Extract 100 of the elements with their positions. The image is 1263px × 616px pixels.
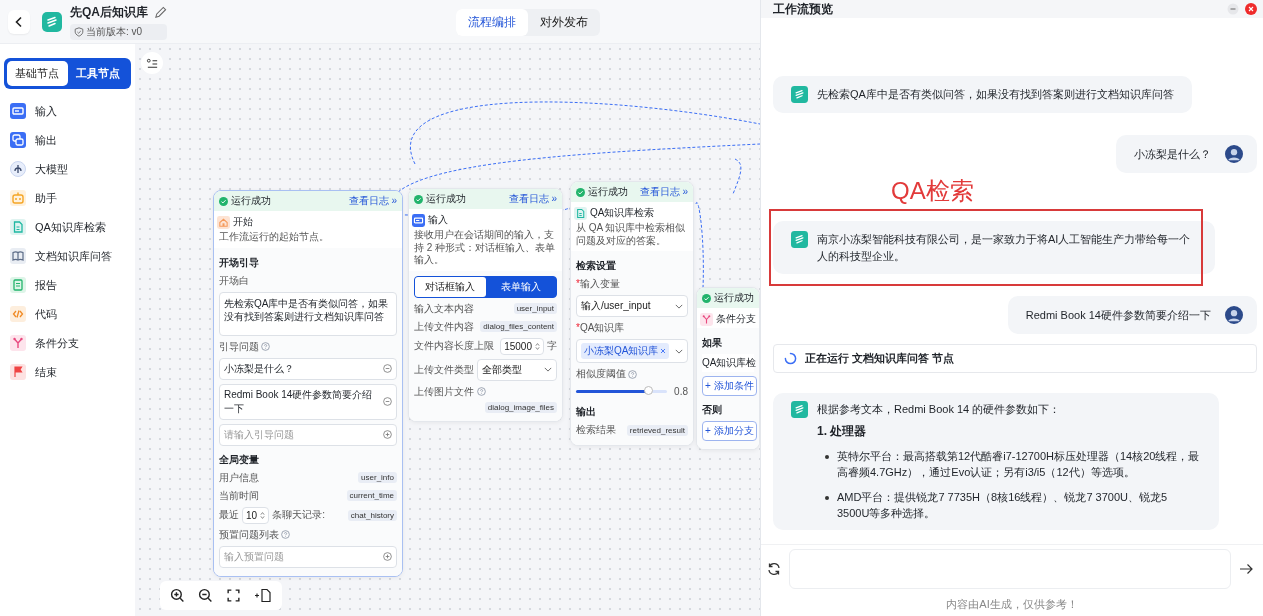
home-icon — [217, 215, 230, 229]
run-status: 运行成功 — [231, 194, 271, 208]
zoom-in-icon[interactable] — [170, 588, 185, 603]
variable-tag: dialog_files_content — [480, 321, 557, 332]
unit-label: 字 — [547, 339, 557, 353]
number-field[interactable]: 10 — [242, 506, 270, 524]
input-mode-tab[interactable]: 表单输入 — [485, 276, 556, 297]
node-title: 开始 — [233, 215, 253, 229]
condition-field[interactable]: QA知识库检 — [702, 354, 754, 372]
add-button[interactable]: + 添加分支 — [702, 421, 757, 441]
field-label: *输入变量 — [576, 277, 620, 291]
workflow-title: 先QA后知识库 — [70, 3, 148, 21]
view-log-link[interactable]: 查看日志 » — [639, 185, 688, 199]
edit-pencil-icon[interactable] — [154, 5, 167, 19]
field-label: 上传文件类型 — [414, 362, 474, 377]
node-type-item[interactable]: 大模型 — [35, 161, 68, 177]
question-field[interactable]: Redmi Book 14硬件参数简要介绍一下 — [219, 383, 397, 420]
shield-check-icon — [74, 26, 84, 37]
view-tab[interactable]: 流程编排 — [456, 9, 528, 36]
answer-intro: 根据参考文本，Redmi Book 14 的硬件参数如下： — [817, 402, 1062, 417]
bullet-text: 英特尔平台：最高搭载第12代酷睿i7-12700H标压处理器（14核20线程，最高睿频4.7GHz），通过Evo认证；另有i3/i5（12代）等选项。 — [837, 448, 1201, 480]
minus-circle-icon[interactable] — [383, 397, 392, 406]
node-type-item[interactable]: 输出 — [35, 132, 57, 148]
text-area[interactable]: 先检索QA库中是否有类似问答，如果没有找到答案则进行文档知识库问答 — [219, 291, 397, 336]
version-label: 当前版本: v0 — [86, 24, 143, 39]
minus-circle-icon[interactable] — [383, 364, 392, 373]
node-type-item[interactable]: 条件分支 — [35, 335, 79, 351]
dropdown-field[interactable]: 输入/user_input — [576, 295, 688, 317]
node-title: 条件分支 — [716, 312, 756, 326]
node-type-item[interactable]: 输入 — [35, 103, 57, 119]
bot-logo-icon — [791, 231, 808, 248]
node-type-item[interactable]: QA知识库检索 — [35, 219, 106, 235]
message-text: 小冻梨是什么？ — [1134, 146, 1211, 162]
outline-toggle-button[interactable] — [141, 52, 163, 74]
report-icon — [10, 277, 26, 293]
field-label: *QA知识库 — [576, 321, 625, 335]
node-type-item[interactable]: 文档知识库问答 — [35, 248, 112, 264]
plus-circle-icon[interactable] — [383, 430, 392, 439]
section-heading: 全局变量 — [219, 452, 260, 467]
workflow-node[interactable]: 运行成功 查看日志 » 开始 工作流运行的起始节点。 开场引导 开场白 先检索QA库中是否有类似问答，如果没有找到答案则进行文档知识库问答 引导问题 小冻梨是什么？ Redmi Book 14硬件参数简要介绍一下 请输入引导问题 全局变量 用户信息 user_info 当前时间 current_time 最近 10 条聊天记录: chat_history 预置问题列表 输入预置问题 — [213, 190, 403, 577]
variable-tag: current_time — [346, 490, 397, 501]
branch-icon — [10, 335, 26, 351]
disclaimer-text: 内容由AI生成，仅供参考！ — [945, 597, 1079, 612]
status-text: 正在运行 文档知识库问答 节点 — [805, 351, 955, 366]
refresh-icon[interactable] — [767, 562, 781, 576]
dropdown-field[interactable]: 全部类型 — [477, 358, 557, 381]
fit-screen-icon[interactable] — [226, 588, 241, 603]
node-description: 接收用户在会话期间的输入，支持 2 种形式：对话框输入、表单输入。 — [413, 229, 557, 267]
code-icon — [10, 306, 26, 322]
spinner-icon — [784, 352, 797, 365]
send-arrow-icon[interactable] — [1239, 562, 1253, 576]
bullet-text: AMD平台：提供锐龙7 7735H（8核16线程）、锐龙7 3700U、锐龙5 3500U等多种选择。 — [837, 489, 1169, 521]
variable-tag: user_input — [513, 303, 557, 314]
avatar-icon — [1225, 145, 1243, 163]
minimize-icon[interactable] — [1227, 3, 1239, 15]
node-description: 工作流运行的起始节点。 — [218, 231, 330, 244]
variable-label: 上传图片文件 — [414, 384, 474, 399]
view-tab[interactable]: 对外发布 — [528, 9, 600, 36]
text-box-icon — [10, 103, 26, 119]
add-button[interactable]: + 添加条件 — [702, 376, 757, 396]
node-type-item[interactable]: 代码 — [35, 306, 57, 322]
field-label: 最近 — [219, 508, 239, 522]
field-label: 相似度阈值 — [576, 367, 626, 381]
node-type-item[interactable]: 结束 — [35, 364, 57, 380]
bullet-dot — [825, 495, 829, 500]
spinner-arrows-icon[interactable] — [260, 510, 266, 520]
section-heading: 检索设置 — [576, 259, 617, 273]
view-log-link[interactable]: 查看日志 » — [508, 192, 557, 206]
field-label: 引导问题 — [219, 339, 259, 354]
node-title: 输入 — [428, 213, 448, 227]
check-circle-icon — [702, 293, 711, 303]
plus-circle-icon[interactable] — [383, 552, 392, 561]
variable-label: 输入文本内容 — [414, 301, 474, 316]
add-file-icon[interactable] — [254, 588, 272, 603]
close-icon[interactable] — [1245, 3, 1257, 15]
node-type-item[interactable]: 报告 — [35, 277, 57, 293]
question-field[interactable]: 小冻梨是什么？ — [219, 357, 397, 380]
node-type-tab[interactable]: 基础节点 — [7, 61, 68, 86]
message-text: 先检索QA库中是否有类似问答，如果没有找到答案则进行文档知识库问答 — [817, 87, 1174, 102]
remove-icon[interactable] — [660, 348, 667, 354]
view-log-link[interactable]: 查看日志 » — [348, 194, 397, 208]
workflow-node[interactable]: 运行成功 条件分支 如果 QA知识库检 + 添加条件 否则 + 添加分支 — [696, 287, 760, 450]
check-circle-icon — [414, 194, 423, 204]
bot-logo-icon — [791, 86, 808, 103]
back-button[interactable] — [8, 9, 30, 34]
variable-tag: dialog_image_files — [484, 401, 557, 413]
list-icon — [145, 56, 159, 70]
variable-label: 当前时间 — [219, 488, 259, 503]
number-field[interactable]: 15000 — [500, 337, 544, 355]
spinner-arrows-icon[interactable] — [535, 341, 540, 351]
node-type-item[interactable]: 助手 — [35, 190, 57, 206]
workflow-node[interactable]: 运行成功 查看日志 » 输入 接收用户在会话期间的输入，支持 2 种形式：对话框输入、表单输入。 对话框输入 表单输入 输入文本内容 user_input 上传文件内容 dialog_files_content 文件内容长度上限 15000 字 上传文件类型 全部类型 上传图片文件 dialog_image_files — [408, 188, 563, 422]
zoom-out-icon[interactable] — [198, 588, 213, 603]
node-type-tab[interactable]: 工具节点 — [67, 61, 128, 86]
slider-reading: 0.8 — [674, 386, 688, 397]
input-mode-tab[interactable]: 对话框输入 — [415, 276, 486, 297]
chevron-down-icon — [675, 303, 683, 309]
panel-title: 工作流预览 — [773, 0, 833, 18]
workflow-node[interactable]: 运行成功 查看日志 » QA知识库检索 从 QA 知识库中检索相似问题及对应的答案。 检索设置 *输入变量 输入/user_input *QA知识库 小冻梨QA知识库 相似度阈值 0.8 输出 检索结果 retrieved_result — [570, 181, 694, 446]
run-status: 运行成功 — [588, 185, 628, 199]
